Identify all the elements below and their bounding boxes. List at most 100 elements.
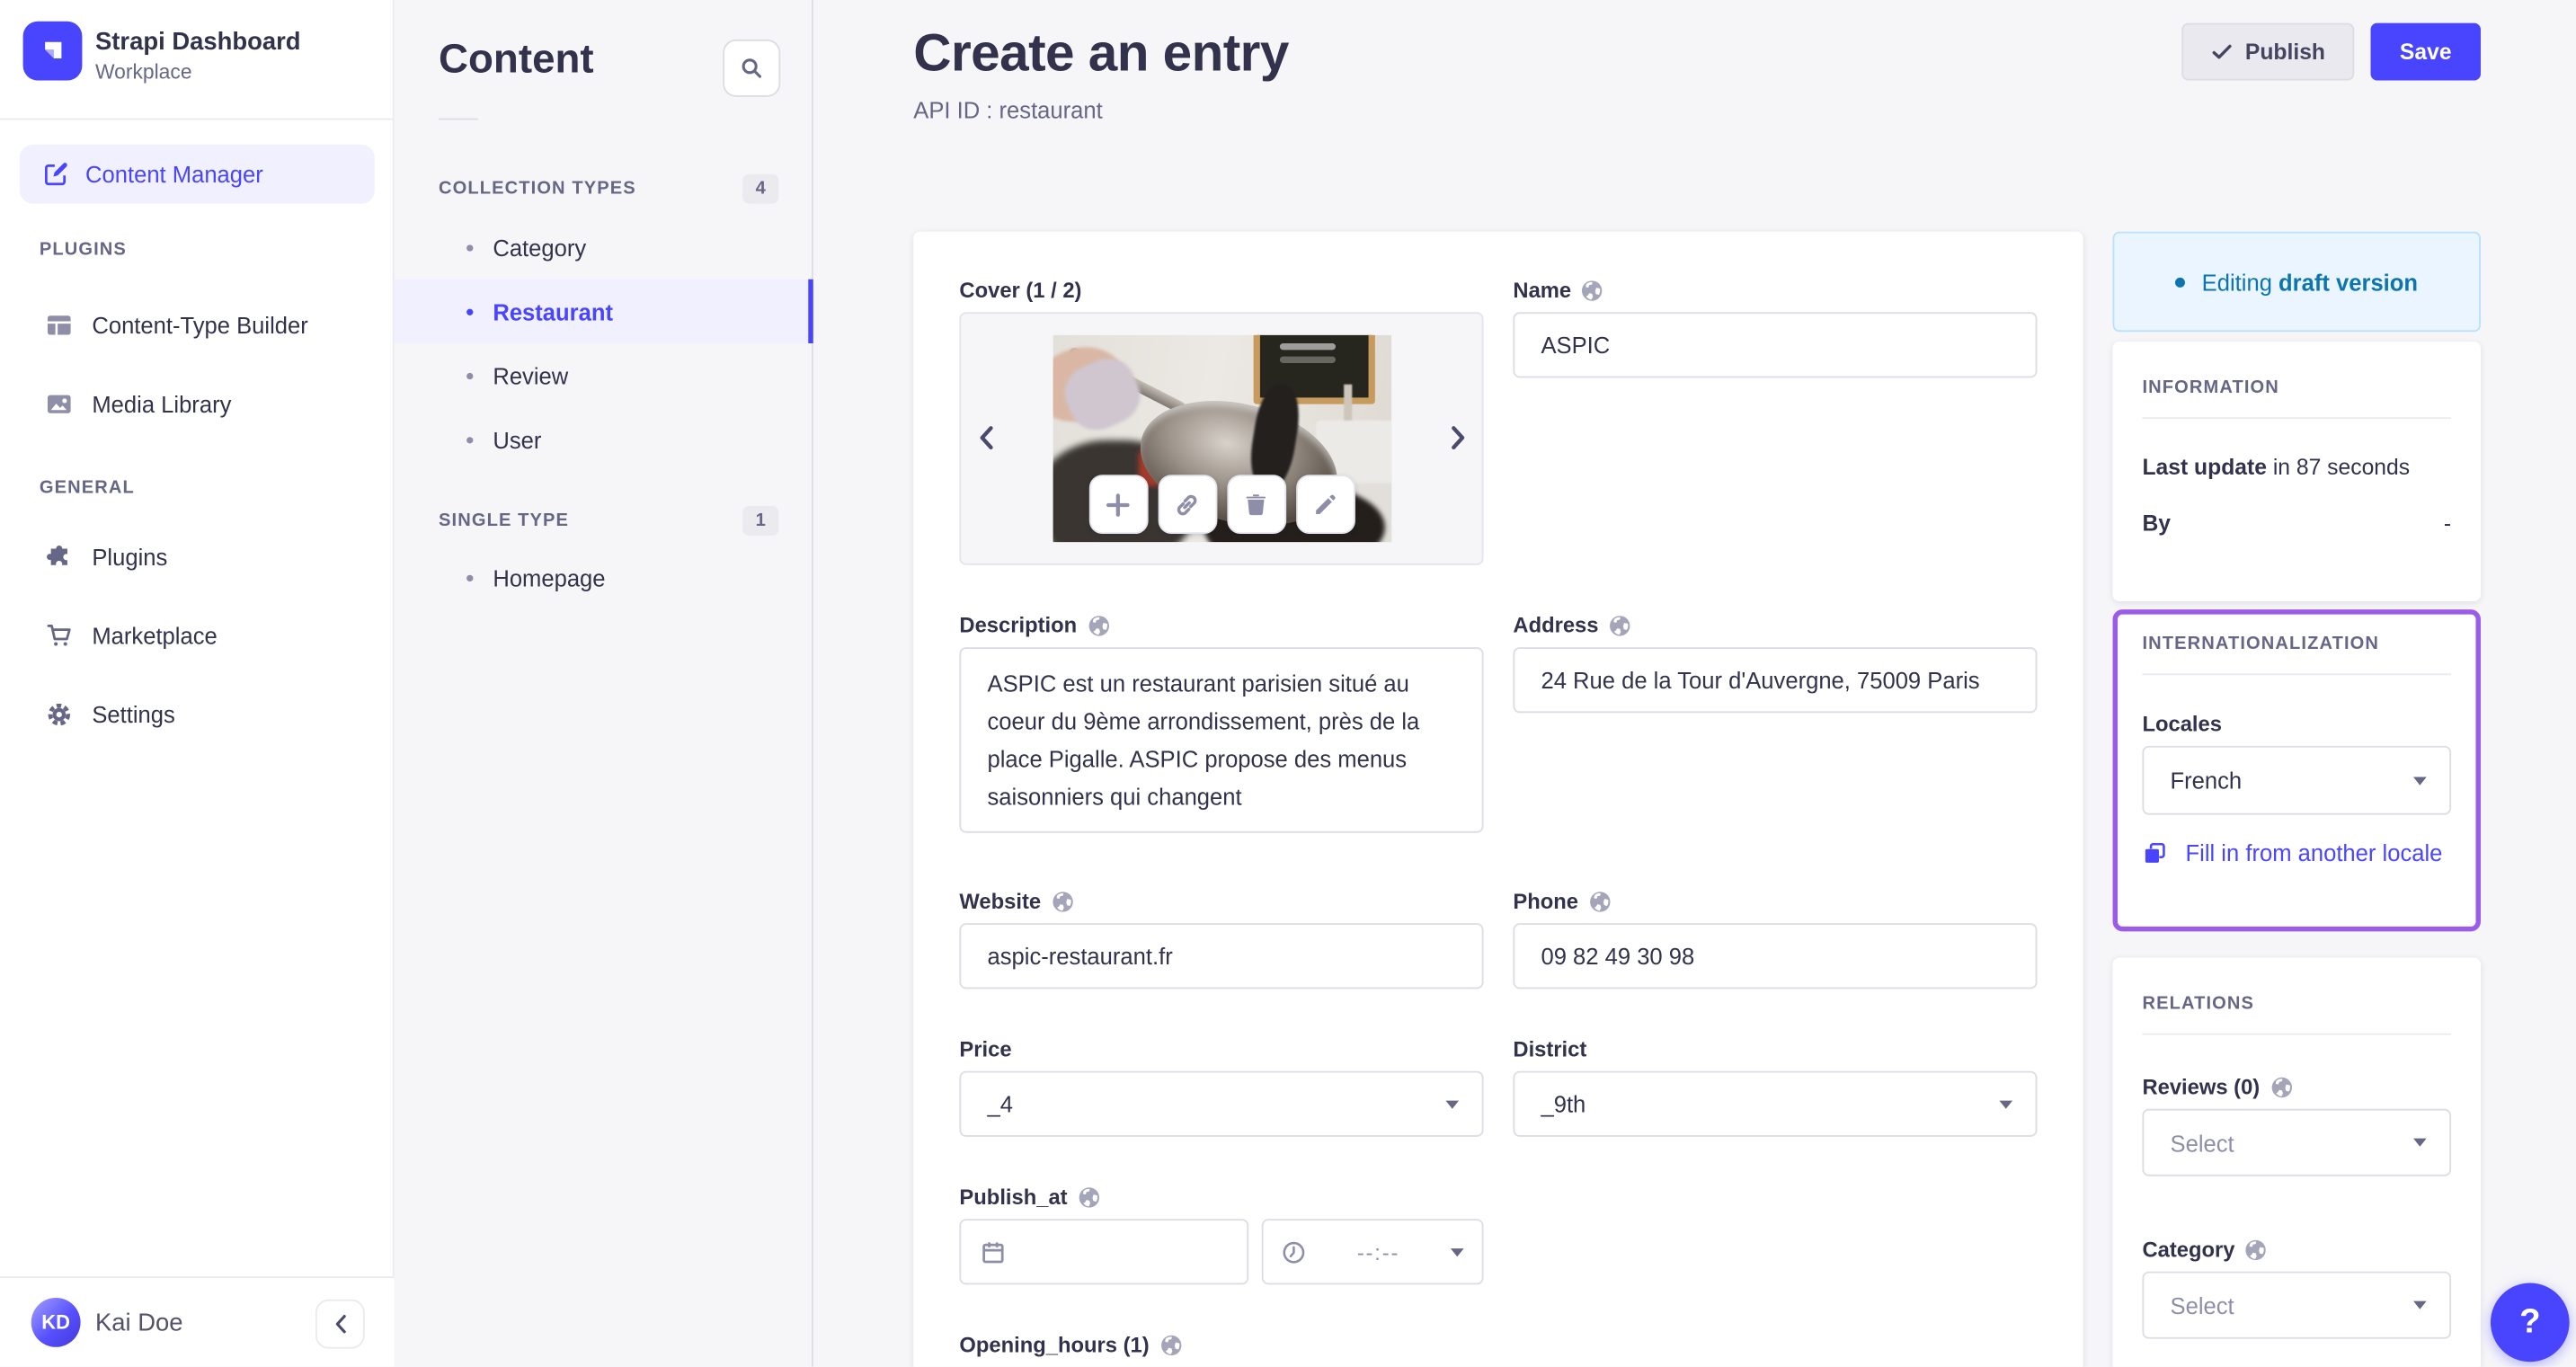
subnav-title: Content — [439, 36, 594, 83]
sidebar-item-content-manager[interactable]: Content Manager — [19, 144, 375, 204]
reviews-select[interactable]: Select — [2142, 1108, 2452, 1176]
field-publish-at: Publish_at --:-- — [959, 1185, 1484, 1285]
fill-from-locale[interactable]: Fill in from another locale — [2142, 836, 2451, 870]
brand: Strapi Dashboard Workplace — [0, 0, 393, 120]
carousel-next-button[interactable] — [1447, 422, 1467, 452]
locales-select[interactable]: French — [2142, 745, 2452, 815]
publish-at-label: Publish_at — [959, 1185, 1483, 1209]
chevron-down-icon — [1999, 1099, 2013, 1108]
district-label: District — [1513, 1036, 1587, 1061]
strapi-logo-icon — [22, 21, 83, 81]
plus-icon — [1104, 491, 1132, 519]
sidebar-item-content-type-builder[interactable]: Content-Type Builder — [0, 289, 395, 361]
edit-asset-button[interactable] — [1295, 475, 1355, 535]
sidebar-item-plugins[interactable]: Plugins — [0, 520, 395, 592]
bullet-icon — [466, 573, 474, 581]
website-input[interactable] — [959, 923, 1484, 990]
layout-icon — [46, 312, 72, 338]
copy-link-button[interactable] — [1157, 475, 1217, 535]
add-asset-button[interactable] — [1088, 475, 1148, 535]
save-button[interactable]: Save — [2370, 22, 2481, 81]
name-label: Name — [1513, 278, 2037, 302]
fill-from-locale-link[interactable]: Fill in from another locale — [2177, 836, 2451, 870]
field-district: District _9th — [1513, 1036, 2038, 1137]
chevron-left-icon — [334, 1314, 346, 1334]
website-label: Website — [959, 889, 1483, 913]
bullet-icon — [466, 244, 474, 251]
subnav-item-category[interactable]: Category — [395, 215, 813, 279]
picture-icon — [46, 391, 72, 417]
cover-actions — [1088, 475, 1355, 535]
brand-title: Strapi Dashboard — [95, 28, 301, 57]
description-label: Description — [959, 613, 1483, 637]
phone-input[interactable] — [1513, 923, 2038, 990]
name-input[interactable] — [1513, 312, 2038, 378]
avatar[interactable]: KD — [31, 1297, 81, 1347]
cover-label: Cover (1 / 2) — [959, 277, 1082, 303]
subnav-item-user[interactable]: User — [395, 407, 813, 471]
last-update-row: Last update in 87 seconds — [2142, 455, 2411, 480]
category-select[interactable]: Select — [2142, 1271, 2452, 1339]
field-description: Description ASPIC est un restaurant pari… — [959, 613, 1484, 841]
search-button[interactable] — [723, 39, 781, 97]
collection-types-count-badge: 4 — [742, 173, 779, 204]
publish-button[interactable]: Publish — [2181, 22, 2355, 81]
status-dot-icon — [2175, 276, 2186, 287]
status-text: Editing draft version — [2201, 268, 2419, 296]
carousel-prev-button[interactable] — [976, 422, 996, 452]
sidebar-item-marketplace[interactable]: Marketplace — [0, 599, 395, 671]
search-icon — [740, 56, 764, 80]
publish-at-date-input[interactable] — [959, 1219, 1249, 1285]
globe-icon — [1581, 279, 1604, 302]
globe-icon — [1051, 890, 1074, 913]
single-type-count-badge: 1 — [742, 505, 779, 536]
single-type-header: SINGLE TYPE 1 — [395, 505, 813, 536]
sidebar-item-settings[interactable]: Settings — [0, 679, 395, 750]
gear-icon — [46, 701, 72, 727]
chevron-down-icon — [1450, 1247, 1464, 1256]
check-icon — [2211, 41, 2233, 63]
price-select[interactable]: _4 — [959, 1070, 1484, 1137]
sidebar-item-label: Content Manager — [85, 161, 263, 188]
by-row: By - — [2142, 510, 2452, 536]
chevron-down-icon — [2413, 1138, 2427, 1147]
subnav-item-review[interactable]: Review — [395, 343, 813, 407]
district-select[interactable]: _9th — [1513, 1070, 2038, 1137]
divider — [2142, 1033, 2452, 1035]
draft-status-banner: Editing draft version — [2112, 231, 2481, 333]
address-input[interactable] — [1513, 647, 2038, 714]
delete-asset-button[interactable] — [1226, 475, 1286, 535]
strapi-dashboard: Strapi Dashboard Workplace Content Manag… — [0, 0, 2576, 1367]
globe-icon — [1078, 1185, 1101, 1209]
globe-icon — [2244, 1238, 2268, 1261]
puzzle-icon — [46, 544, 72, 570]
price-label: Price — [959, 1036, 1012, 1061]
field-opening-hours: Opening_hours (1) — [959, 1332, 1483, 1366]
divider — [439, 118, 478, 120]
collapse-sidebar-button[interactable] — [315, 1299, 365, 1349]
field-price: Price _4 — [959, 1036, 1484, 1137]
field-name: Name — [1513, 278, 2038, 565]
cart-icon — [46, 623, 72, 649]
address-label: Address — [1513, 613, 2037, 637]
link-icon — [1173, 491, 1201, 519]
subnav-item-restaurant[interactable]: Restaurant — [394, 279, 813, 344]
collection-types-header: COLLECTION TYPES 4 — [395, 173, 813, 204]
information-card: INFORMATION Last update in 87 seconds By… — [2112, 342, 2481, 601]
app-sidebar: Strapi Dashboard Workplace Content Manag… — [0, 0, 395, 1367]
cover-carousel — [959, 312, 1484, 565]
category-label: Category — [2142, 1237, 2451, 1262]
divider — [2142, 417, 2452, 420]
publish-at-time-select[interactable]: --:-- — [1261, 1219, 1484, 1285]
api-id-subtitle: API ID : restaurant — [913, 96, 1103, 124]
sidebar-item-media-library[interactable]: Media Library — [0, 368, 395, 439]
chevron-right-icon — [1450, 424, 1464, 449]
content-subnav: Content COLLECTION TYPES 4 Category Rest… — [394, 0, 813, 1367]
help-button[interactable]: ? — [2490, 1283, 2570, 1363]
internationalization-card: INTERNATIONALIZATION Locales French Fill… — [2112, 609, 2481, 932]
reviews-label: Reviews (0) — [2142, 1074, 2451, 1099]
subnav-item-homepage[interactable]: Homepage — [395, 546, 813, 609]
opening-hours-label: Opening_hours (1) — [959, 1332, 1483, 1357]
bullet-icon — [466, 371, 474, 379]
description-textarea[interactable]: ASPIC est un restaurant parisien situé a… — [959, 647, 1484, 833]
